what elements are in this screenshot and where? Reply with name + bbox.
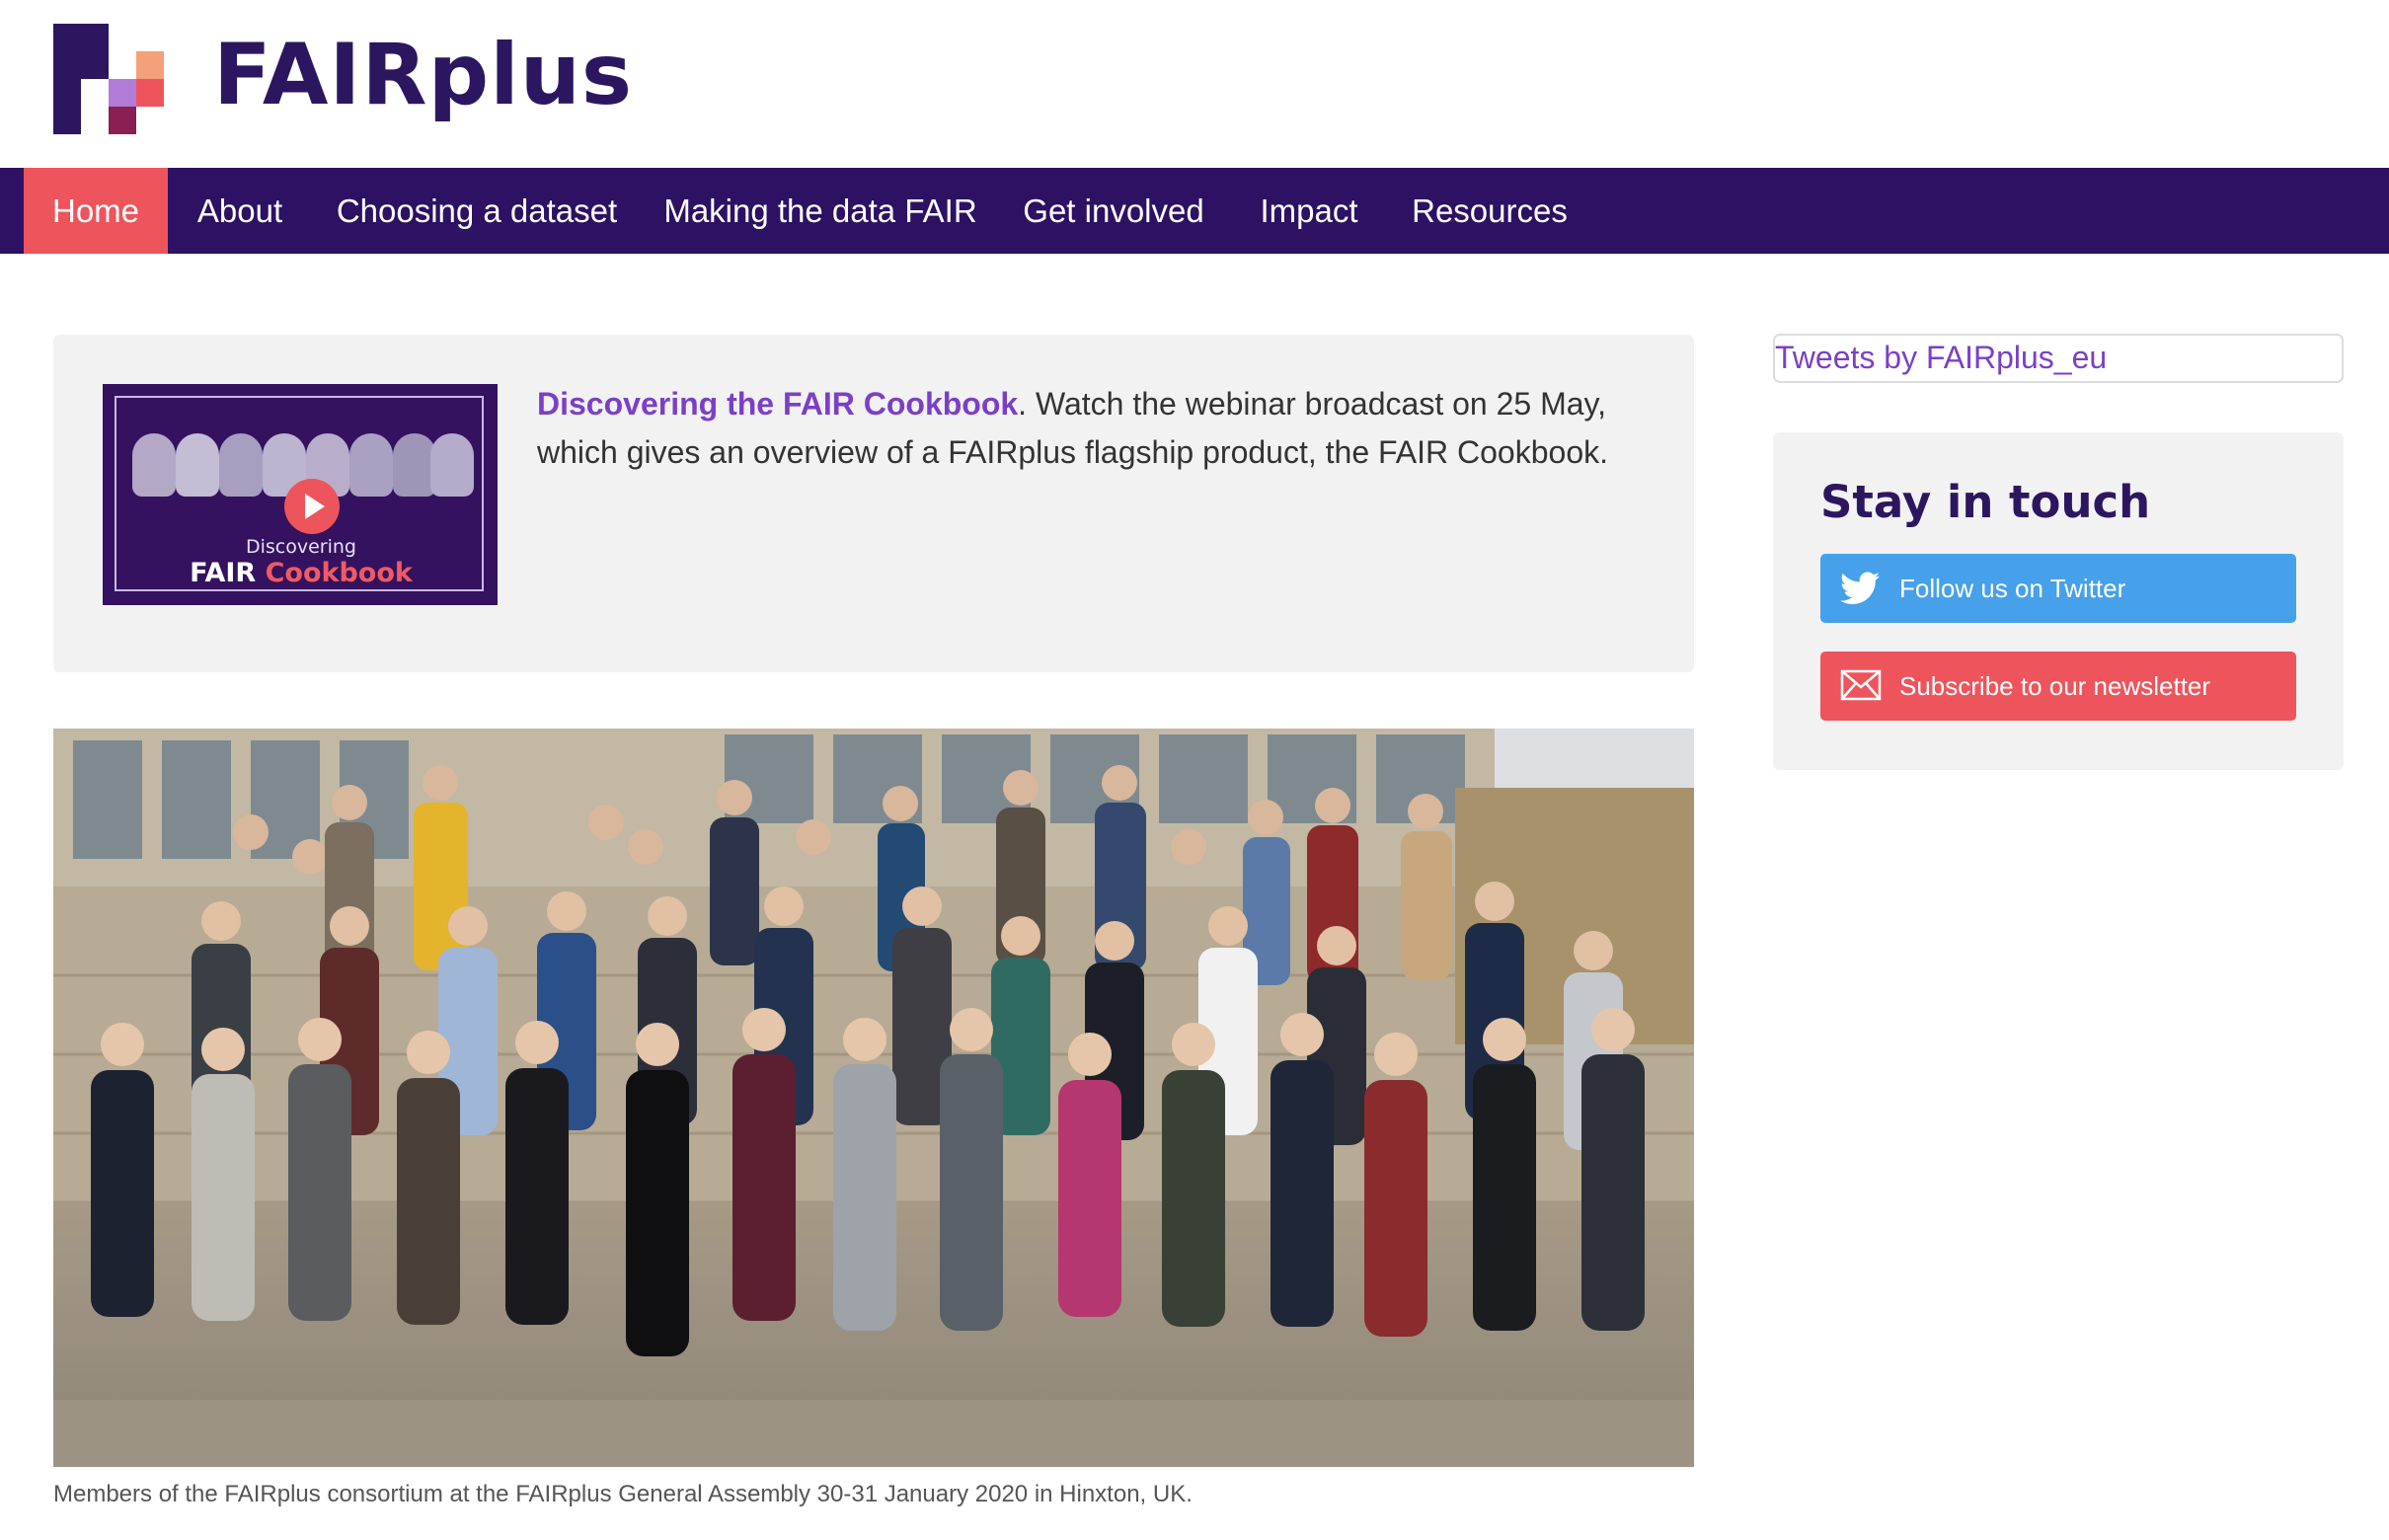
stay-in-touch-heading: Stay in touch — [1820, 476, 2151, 528]
subscribe-newsletter-label: Subscribe to our newsletter — [1899, 671, 2211, 701]
nav-item-resources[interactable]: Resources — [1390, 168, 1589, 254]
thumbnail-fair-text: FAIR — [190, 558, 257, 588]
stay-in-touch-box: Stay in touch Follow us on Twitter Subsc… — [1773, 432, 2344, 770]
nav-item-about[interactable]: About — [168, 168, 312, 254]
speaker-photo — [132, 433, 176, 497]
follow-twitter-button[interactable]: Follow us on Twitter — [1820, 554, 2296, 623]
thumbnail-subtitle: Discovering — [245, 536, 356, 558]
tweets-by-link[interactable]: Tweets by FAIRplus_eu — [1775, 340, 2107, 376]
nav-item-home[interactable]: Home — [24, 168, 168, 254]
nav-item-get-involved[interactable]: Get involved — [999, 168, 1228, 254]
thumbnail-cookbook-text: Cookbook — [265, 558, 413, 588]
consortium-group-photo — [53, 729, 1694, 1467]
promo-box: Discovering FAIR Cookbook Discovering th… — [53, 335, 1694, 672]
speaker-photo — [219, 433, 263, 497]
thumbnail-title: FAIR Cookbook — [116, 558, 486, 588]
speaker-photo — [176, 433, 219, 497]
twitter-bird-icon — [1840, 572, 1880, 604]
twitter-timeline-embed: Tweets by FAIRplus_eu — [1773, 334, 2344, 383]
thumbnail-frame: Discovering FAIR Cookbook — [115, 396, 484, 591]
subscribe-newsletter-button[interactable]: Subscribe to our newsletter — [1820, 652, 2296, 721]
group-photo-image — [53, 729, 1694, 1467]
cookbook-webinar-link[interactable]: Discovering the FAIR Cookbook — [537, 386, 1018, 422]
nav-item-choosing-a-dataset[interactable]: Choosing a dataset — [312, 168, 642, 254]
site-header: FAIRplus — [0, 0, 2389, 168]
envelope-icon — [1840, 669, 1882, 701]
photo-caption: Members of the FAIRplus consortium at th… — [53, 1481, 1193, 1507]
site-title[interactable]: FAIRplus — [213, 26, 633, 124]
nav-item-impact[interactable]: Impact — [1228, 168, 1390, 254]
nav-item-making-the-data-fair[interactable]: Making the data FAIR — [642, 168, 999, 254]
play-icon[interactable] — [284, 479, 340, 534]
main-nav: Home About Choosing a dataset Making the… — [0, 168, 2389, 254]
fairplus-logo-icon[interactable] — [53, 24, 164, 134]
webinar-thumbnail[interactable]: Discovering FAIR Cookbook — [103, 384, 498, 605]
speaker-photo — [430, 433, 474, 497]
promo-description: Discovering the FAIR Cookbook. Watch the… — [537, 380, 1643, 477]
speaker-photo — [349, 433, 393, 497]
follow-twitter-label: Follow us on Twitter — [1899, 574, 2126, 603]
